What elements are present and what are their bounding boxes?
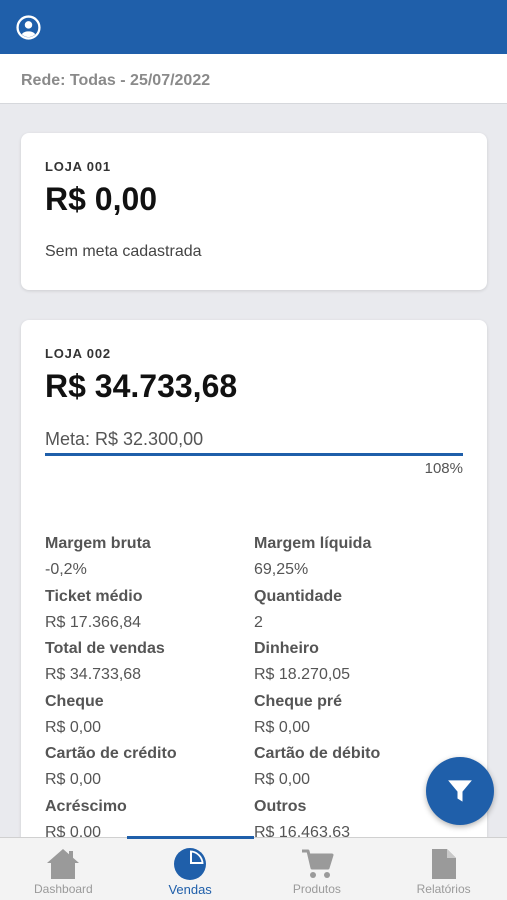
metric-cheque: Cheque R$ 0,00: [45, 691, 254, 744]
nav-vendas[interactable]: Vendas: [126, 836, 254, 900]
user-circle-icon[interactable]: [16, 15, 41, 40]
metric-quantidade: Quantidade 2: [254, 586, 463, 639]
active-tab-indicator: [126, 836, 254, 839]
metric-label: Quantidade: [254, 587, 343, 605]
metric-label: Total de vendas: [45, 640, 165, 657]
metrics-row: Total de vendas R$ 34.733,68 Dinheiro R$…: [45, 638, 463, 691]
home-icon: [47, 849, 80, 879]
metric-label: Cartão de débito: [254, 745, 381, 762]
nav-label: Relatórios: [416, 882, 471, 896]
store-name: LOJA 001: [45, 159, 111, 174]
store-amount: R$ 0,00: [45, 181, 158, 217]
metric-value: R$ 0,00: [254, 718, 311, 736]
metric-margem-liquida: Margem líquida 69,25%: [254, 533, 463, 586]
metric-value: R$ 0,00: [45, 771, 102, 788]
filter-button[interactable]: [426, 757, 494, 825]
metric-label: Margem líquida: [254, 535, 372, 552]
metric-value: R$ 17.366,84: [45, 613, 142, 631]
metric-cartao-credito: Cartão de crédito R$ 0,00: [45, 743, 254, 796]
nav-relatorios[interactable]: Relatórios: [380, 838, 507, 900]
nav-label: Vendas: [168, 882, 212, 897]
metrics-row: Cheque R$ 0,00 Cheque pré R$ 0,00: [45, 691, 463, 744]
document-icon: [431, 849, 456, 879]
filter-label: Rede: Todas - 25/07/2022: [21, 72, 211, 89]
metric-total-vendas: Total de vendas R$ 34.733,68: [45, 638, 254, 691]
nav-label: Dashboard: [34, 882, 93, 896]
store-amount: R$ 34.733,68: [45, 368, 238, 404]
metric-ticket-medio: Ticket médio R$ 17.366,84: [45, 586, 254, 639]
metric-label: Margem bruta: [45, 535, 151, 552]
nav-produtos[interactable]: Produtos: [254, 838, 381, 900]
store-name: LOJA 002: [45, 346, 111, 361]
bottom-nav: Dashboard Vendas Produtos Relatórios: [0, 836, 507, 900]
goal-progress-bar: [45, 453, 463, 456]
metric-label: Cheque pré: [254, 692, 343, 710]
metric-dinheiro: Dinheiro R$ 18.270,05: [254, 638, 463, 691]
nav-label: Produtos: [292, 882, 341, 896]
metric-label: Cheque: [45, 692, 104, 710]
metric-margem-bruta: Margem bruta -0,2%: [45, 533, 254, 586]
goal-text: Sem meta cadastrada: [45, 243, 202, 260]
store-card[interactable]: LOJA 002 R$ 34.733,68 Meta: R$ 32.300,00…: [21, 320, 487, 880]
goal-text: Meta: R$ 32.300,00: [45, 429, 204, 449]
app-bar: [0, 0, 507, 54]
filter-icon: [448, 780, 472, 802]
metric-label: Cartão de crédito: [45, 745, 177, 762]
goal-progress-fill: [45, 453, 463, 456]
metric-value: R$ 0,00: [45, 718, 102, 736]
metric-label: Ticket médio: [45, 587, 143, 605]
cart-icon: [301, 849, 334, 878]
metrics-row: Cartão de crédito R$ 0,00 Cartão de débi…: [45, 743, 463, 796]
metric-label: Acréscimo: [45, 797, 127, 815]
metric-label: Dinheiro: [254, 640, 319, 657]
metric-cheque-pre: Cheque pré R$ 0,00: [254, 691, 463, 744]
metric-value: R$ 34.733,68: [45, 666, 142, 683]
metric-value: R$ 18.270,05: [254, 666, 351, 683]
goal-progress-percent: 108%: [424, 460, 463, 477]
metric-value: 69,25%: [254, 561, 309, 578]
store-card[interactable]: LOJA 001 R$ 0,00 Sem meta cadastrada: [21, 133, 487, 290]
metrics-row: Margem bruta -0,2% Margem líquida 69,25%: [45, 533, 463, 586]
pie-chart-icon: [174, 848, 207, 880]
metrics-row: Ticket médio R$ 17.366,84 Quantidade 2: [45, 586, 463, 639]
filter-bar: Rede: Todas - 25/07/2022: [0, 54, 507, 104]
nav-dashboard[interactable]: Dashboard: [0, 838, 127, 900]
metric-value: 2: [254, 613, 263, 631]
metric-value: -0,2%: [45, 561, 87, 578]
metrics-grid: Margem bruta -0,2% Margem líquida 69,25%…: [45, 533, 463, 848]
